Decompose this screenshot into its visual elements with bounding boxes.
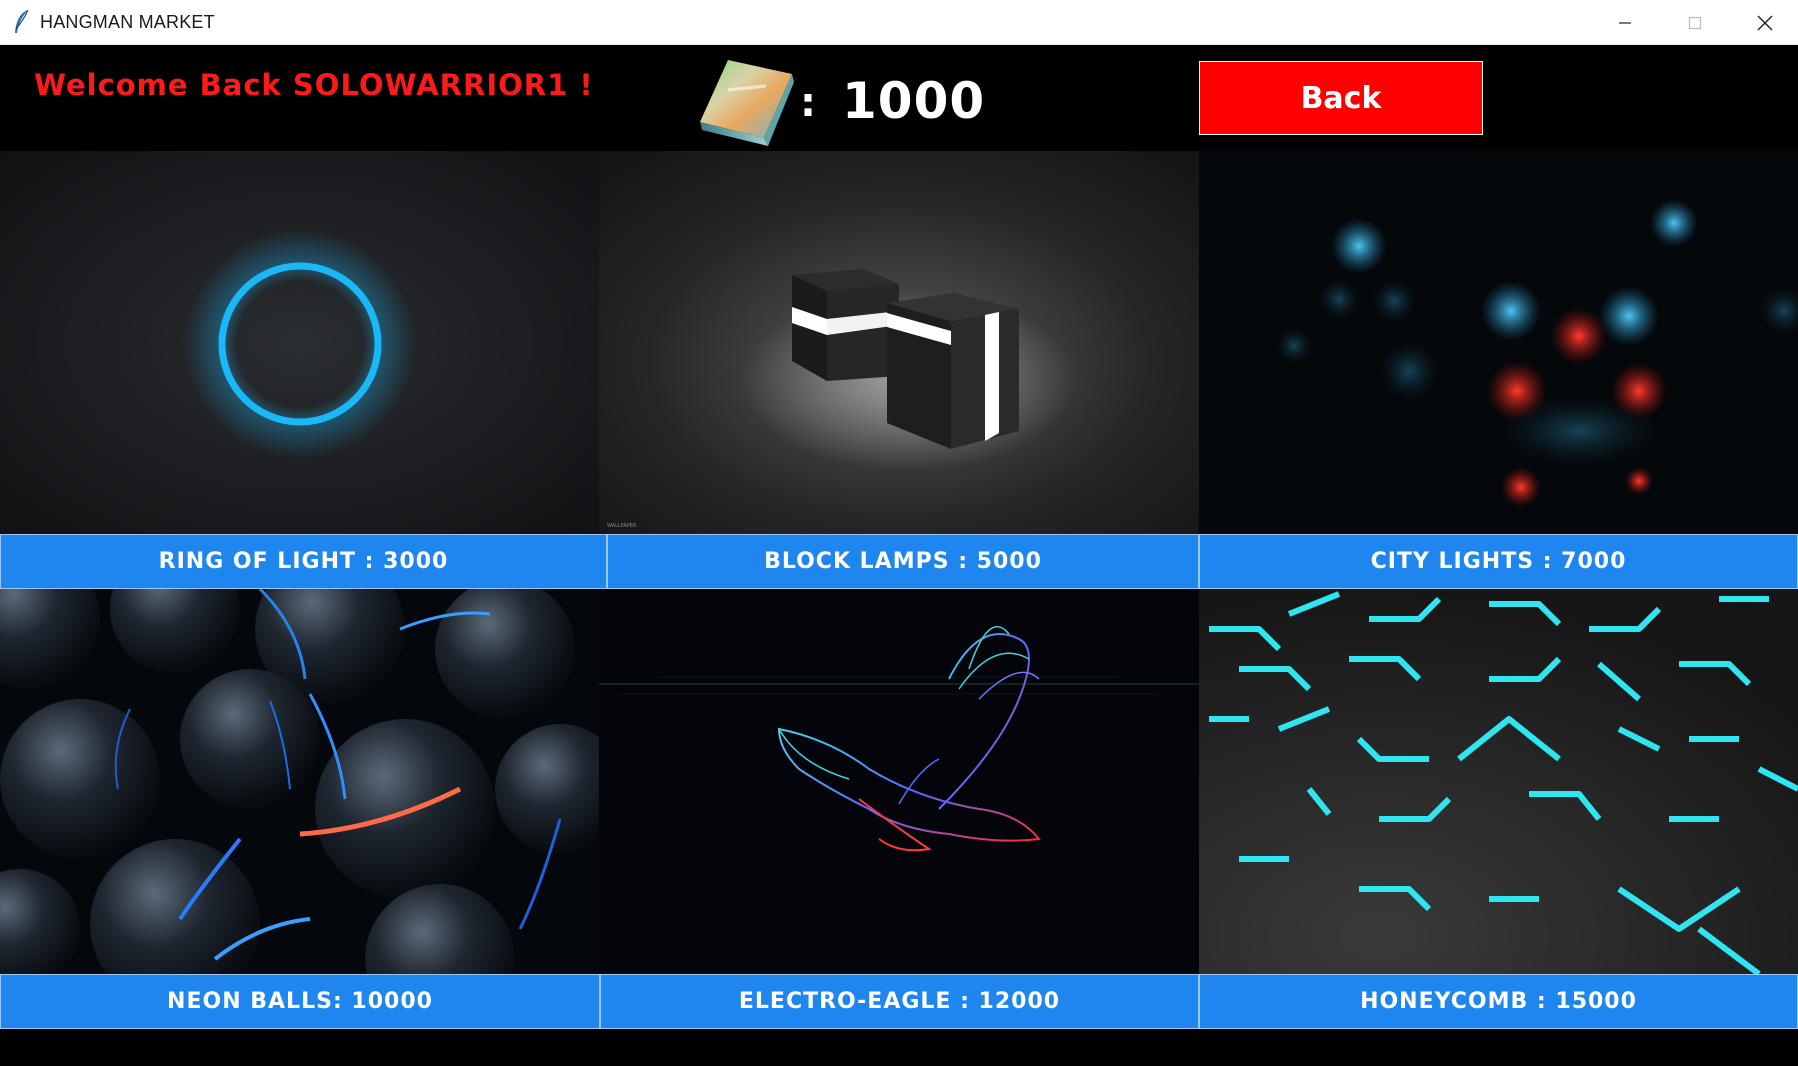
window-title: HANGMAN MARKET	[40, 12, 215, 32]
item-label-block-lamps[interactable]: BLOCK LAMPS : 5000	[607, 534, 1199, 589]
minimize-button[interactable]	[1590, 0, 1660, 45]
item-label-city-lights[interactable]: CITY LIGHTS : 7000	[1199, 534, 1798, 589]
maximize-button[interactable]	[1660, 0, 1730, 45]
city-lights-wallpaper[interactable]	[1199, 151, 1798, 534]
currency-amount: 1000	[842, 72, 986, 130]
block-lamps-wallpaper[interactable]: WALLPAPER	[599, 151, 1199, 534]
gem-bar-icon	[700, 60, 794, 146]
neon-balls-wallpaper[interactable]	[0, 589, 599, 974]
window-title-bar: HANGMAN MARKET	[0, 0, 1798, 45]
back-button[interactable]: Back	[1199, 61, 1483, 135]
welcome-message: Welcome Back SOLOWARRIOR1 !	[34, 68, 594, 102]
item-label-neon-balls[interactable]: NEON BALLS: 10000	[0, 974, 600, 1029]
close-button[interactable]	[1730, 0, 1798, 45]
close-icon	[1757, 15, 1773, 30]
currency-separator: :	[800, 80, 816, 126]
feather-icon	[15, 9, 29, 33]
honeycomb-wallpaper[interactable]	[1199, 589, 1798, 974]
item-label-ring-of-light[interactable]: RING OF LIGHT : 3000	[0, 534, 607, 589]
maximize-icon	[1688, 16, 1702, 29]
svg-text:WALLPAPER: WALLPAPER	[607, 523, 637, 529]
ring-of-light-wallpaper[interactable]	[0, 151, 599, 534]
item-label-electro-eagle[interactable]: ELECTRO-EAGLE : 12000	[600, 974, 1199, 1029]
electro-eagle-wallpaper[interactable]	[599, 589, 1199, 974]
minimize-icon	[1619, 21, 1631, 24]
item-label-honeycomb[interactable]: HONEYCOMB : 15000	[1199, 974, 1798, 1029]
